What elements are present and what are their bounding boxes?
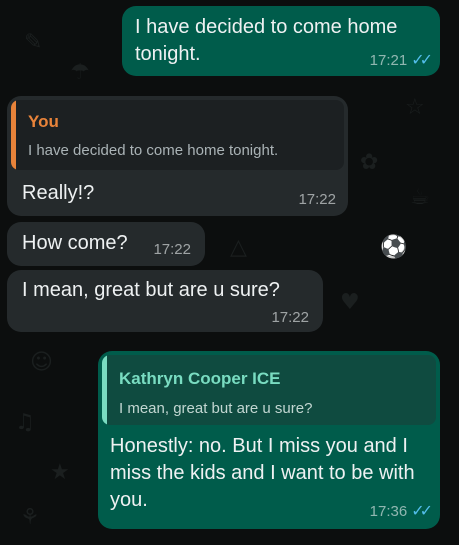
doodle-icon: ☂ <box>70 60 90 85</box>
message-time: 17:21 <box>369 51 408 69</box>
outgoing-message[interactable]: Kathryn Cooper ICE I mean, great but are… <box>98 351 440 529</box>
message-time: 17:22 <box>153 241 191 258</box>
message-time: 17:36 <box>369 502 408 520</box>
message-meta: 17:22 <box>153 241 191 258</box>
message-meta: 17:21 ✓✓ <box>369 50 433 70</box>
message-text: How come? <box>22 232 128 254</box>
doodle-icon: △ <box>230 235 247 260</box>
doodle-icon: ☆ <box>405 95 425 120</box>
doodle-icon: ✎ <box>24 30 43 55</box>
doodle-icon: ⚽ <box>380 235 408 260</box>
quote-accent-bar <box>102 355 107 425</box>
message-meta: 17:36 ✓✓ <box>369 501 433 521</box>
double-check-icon: ✓✓ <box>411 503 433 520</box>
message-meta: 17:22 <box>298 191 336 208</box>
doodle-icon: ♫ <box>15 410 35 435</box>
chat-background: ✎ ☂ ♪ ☆ ✿ ☕ △ ⚽ ♥ ☺ ♫ ★ ⚘ I have decided… <box>0 0 459 545</box>
quote-text: I mean, great but are u sure? <box>119 400 313 417</box>
message-text: I mean, great but are u sure? <box>22 279 280 301</box>
message-time: 17:22 <box>298 191 336 208</box>
doodle-icon: ☺ <box>30 350 53 375</box>
incoming-message[interactable]: I mean, great but are u sure? 17:22 <box>7 270 323 332</box>
incoming-message[interactable]: You I have decided to come home tonight.… <box>7 96 348 216</box>
message-text: Really!? <box>22 182 95 204</box>
doodle-icon: ★ <box>50 460 70 485</box>
message-meta: 17:22 <box>271 309 309 326</box>
quote-author: Kathryn Cooper ICE <box>119 369 281 388</box>
doodle-icon: ☕ <box>410 185 430 210</box>
doodle-icon: ♥ <box>340 290 360 315</box>
quote-text: I have decided to come home tonight. <box>28 142 279 159</box>
message-time: 17:22 <box>271 309 309 326</box>
quote-accent-bar <box>11 100 16 170</box>
quoted-message[interactable]: Kathryn Cooper ICE I mean, great but are… <box>102 355 436 425</box>
doodle-icon: ⚘ <box>20 505 40 530</box>
doodle-icon: ✿ <box>360 150 379 175</box>
quoted-message[interactable]: You I have decided to come home tonight. <box>11 100 344 170</box>
incoming-message[interactable]: How come? 17:22 <box>7 222 205 266</box>
quote-author: You <box>28 112 59 131</box>
double-check-icon: ✓✓ <box>411 52 433 69</box>
outgoing-message[interactable]: I have decided to come home tonight. 17:… <box>122 6 440 76</box>
